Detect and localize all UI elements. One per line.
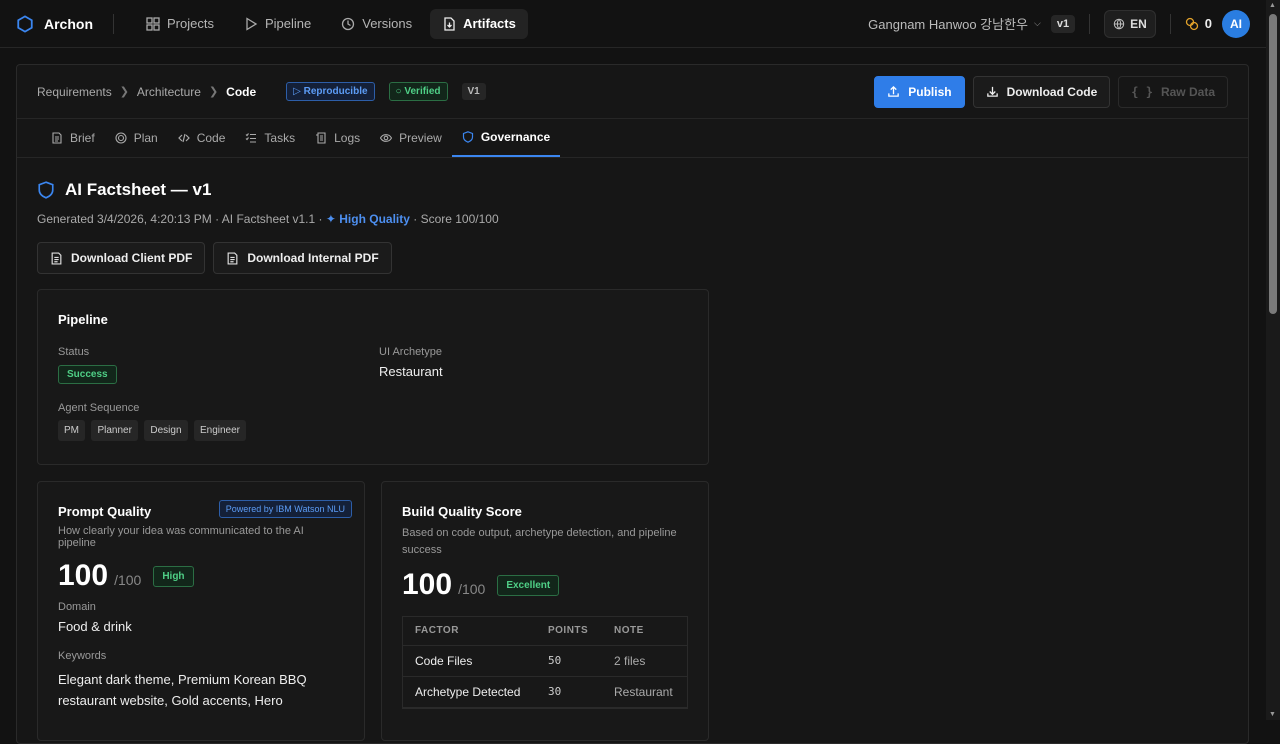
score-table: FACTOR POINTS NOTE Code Files 50 2 files… — [403, 617, 687, 708]
upload-icon — [888, 85, 900, 97]
breadcrumb-item[interactable]: Requirements — [37, 85, 112, 99]
project-name: Gangnam Hanwoo 강남한우 — [868, 17, 1029, 32]
top-navigation: Archon Projects Pipeline Versions Artifa… — [0, 0, 1266, 48]
keywords-value: Elegant dark theme, Premium Korean BBQ r… — [58, 672, 307, 708]
nav-item-label: Projects — [167, 16, 214, 31]
document-icon — [51, 251, 62, 265]
coins-icon — [1185, 17, 1198, 30]
project-selector[interactable]: Gangnam Hanwoo 강남한우 ⌵ — [868, 14, 1041, 33]
tab-preview[interactable]: Preview — [370, 119, 452, 157]
nav-item-versions[interactable]: Versions — [329, 9, 424, 39]
chevron-down-icon: ⌵ — [1034, 18, 1041, 28]
card-title: Pipeline — [58, 312, 108, 327]
card-title: Build Quality Score — [402, 504, 522, 519]
nav-item-projects[interactable]: Projects — [134, 9, 226, 39]
divider — [1089, 13, 1091, 34]
play-icon — [246, 16, 258, 31]
avatar[interactable]: AI — [1222, 9, 1250, 38]
prompt-quality-card: Powered by IBM Watson NLU Prompt Quality… — [37, 481, 365, 741]
project-version-badge: v1 — [1050, 14, 1076, 33]
nav-item-label: Pipeline — [264, 16, 312, 31]
scrollbar-thumb[interactable] — [1269, 14, 1277, 314]
brand-name: Archon — [44, 15, 93, 32]
tab-governance[interactable]: Governance — [451, 119, 561, 157]
domain-value: Food & drink — [58, 619, 132, 634]
brand[interactable]: Archon — [16, 14, 93, 33]
verified-badge: ○ Verified — [388, 82, 448, 101]
tab-tasks[interactable]: Tasks — [235, 119, 305, 157]
globe-icon — [1113, 18, 1125, 29]
hexagon-logo-icon — [17, 14, 33, 33]
nav-item-label: Artifacts — [463, 16, 516, 31]
rating-badge: High — [153, 566, 194, 587]
agent-chip: Design — [144, 420, 188, 441]
target-icon — [115, 132, 127, 144]
table-row: Code Files 50 2 files — [403, 645, 687, 677]
scroll-up-icon[interactable]: ▲ — [1269, 2, 1276, 9]
build-score: 100 — [402, 568, 453, 601]
panel-header: Requirements ❯ Architecture ❯ Code ▷ Rep… — [17, 65, 1248, 119]
scroll-down-icon[interactable]: ▼ — [1269, 711, 1276, 718]
breadcrumb: Requirements ❯ Architecture ❯ Code ▷ Rep… — [37, 82, 486, 101]
nav-item-pipeline[interactable]: Pipeline — [232, 9, 323, 39]
agent-chip: PM — [58, 420, 85, 441]
language-button[interactable]: EN — [1104, 9, 1156, 38]
download-icon — [986, 86, 998, 97]
language-label: EN — [1130, 16, 1147, 31]
reproducible-badge: ▷ Reproducible — [286, 82, 375, 101]
tab-plan[interactable]: Plan — [105, 119, 168, 157]
file-download-icon — [444, 16, 455, 31]
chevron-right-icon: ❯ — [208, 86, 219, 98]
scroll-icon — [316, 132, 326, 144]
download-code-button[interactable]: Download Code — [972, 75, 1111, 108]
eye-icon — [380, 134, 393, 142]
page-title: AI Factsheet — v1 — [37, 180, 1228, 200]
version-badge: V1 — [461, 83, 486, 100]
document-icon — [52, 132, 62, 144]
pipeline-card: Pipeline Status Success UI Archetype Res… — [37, 289, 709, 465]
braces-icon: { } — [1131, 84, 1153, 99]
tab-bar: Brief Plan Code Tasks Logs Preview Gover… — [17, 119, 1248, 158]
code-icon — [177, 133, 190, 143]
clock-icon — [342, 17, 355, 30]
chevron-right-icon: ❯ — [119, 86, 129, 98]
tab-brief[interactable]: Brief — [41, 119, 105, 157]
shield-icon — [38, 181, 54, 199]
grid-icon — [146, 16, 160, 31]
build-quality-card: Build Quality Score Based on code output… — [381, 481, 709, 741]
table-row: Archetype Detected 30 Restaurant — [403, 676, 687, 708]
tab-code[interactable]: Code — [168, 119, 236, 157]
status-badge: Success — [58, 365, 117, 384]
page-scrollbar[interactable]: ▲ ▼ — [1266, 0, 1280, 720]
factsheet-meta: Generated 3/4/2026, 4:20:13 PM · AI Fact… — [37, 212, 499, 226]
watson-badge: Powered by IBM Watson NLU — [218, 500, 352, 518]
rating-badge: Excellent — [497, 575, 560, 596]
credits-counter[interactable]: 0 — [1185, 16, 1212, 31]
breadcrumb-current: Code — [226, 84, 257, 99]
raw-data-button[interactable]: { } Raw Data — [1118, 75, 1228, 108]
nav-item-artifacts[interactable]: Artifacts — [430, 8, 528, 39]
download-internal-pdf-button[interactable]: Download Internal PDF — [213, 242, 392, 274]
artifact-panel: Requirements ❯ Architecture ❯ Code ▷ Rep… — [16, 64, 1249, 744]
credits-value: 0 — [1204, 16, 1212, 31]
divider — [1169, 13, 1171, 34]
agent-chip: Planner — [91, 420, 138, 441]
checklist-icon — [246, 133, 257, 143]
tab-logs[interactable]: Logs — [305, 119, 370, 157]
publish-button[interactable]: Publish — [874, 75, 965, 108]
agent-chip: Engineer — [193, 420, 246, 441]
shield-icon — [462, 131, 473, 143]
high-quality-label: ✦ High Quality — [325, 212, 410, 226]
download-client-pdf-button[interactable]: Download Client PDF — [37, 242, 206, 274]
archetype-value: Restaurant — [379, 364, 443, 379]
prompt-score: 100 — [58, 559, 109, 592]
document-icon — [227, 251, 238, 265]
nav-item-label: Versions — [362, 16, 413, 31]
divider — [113, 13, 114, 34]
breadcrumb-item[interactable]: Architecture — [137, 85, 201, 99]
